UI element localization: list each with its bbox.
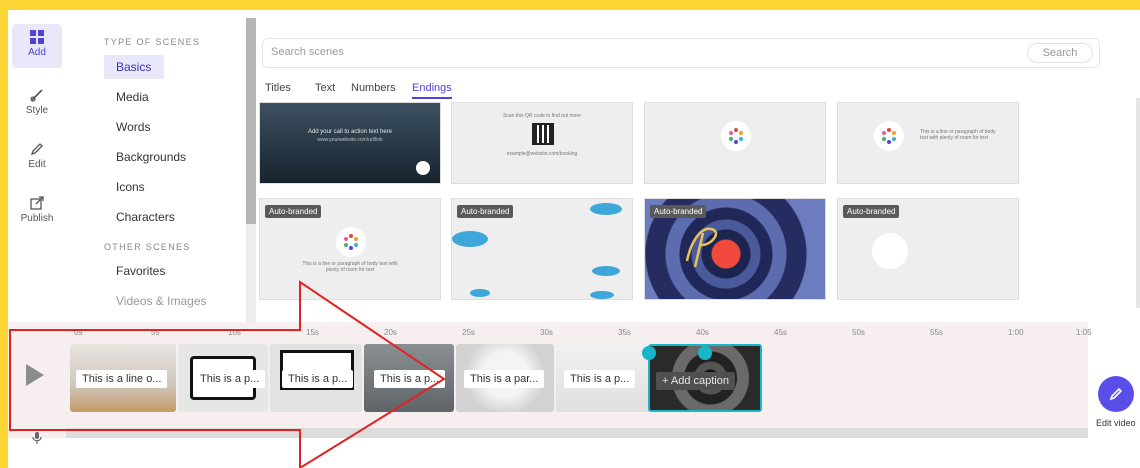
tab-text[interactable]: Text: [315, 82, 335, 94]
card-qr-text: Scan this QR code to find out more: [503, 113, 581, 119]
category-videos-images[interactable]: Videos & Images: [104, 289, 214, 313]
rail-publish-button[interactable]: Publish: [12, 190, 62, 234]
rail-edit-button[interactable]: Edit: [12, 136, 62, 180]
edit-video-label: Edit video: [1096, 418, 1136, 428]
tick-label: 5s: [151, 328, 160, 337]
card-cta-text: Add your call to action text here: [307, 129, 393, 135]
rail-add-label: Add: [28, 47, 46, 58]
tab-endings[interactable]: Endings: [412, 82, 452, 99]
rail-add-button[interactable]: Add: [12, 24, 62, 68]
scene-categories: TYPE OF SCENES Basics Media Words Backgr…: [66, 10, 246, 326]
scene-card[interactable]: Scan this QR code to find out more examp…: [451, 102, 633, 184]
tab-titles[interactable]: Titles: [265, 82, 291, 94]
scene-card[interactable]: Auto-branded: [451, 198, 633, 300]
category-basics[interactable]: Basics: [104, 55, 164, 79]
pinwheel-logo-icon: [721, 121, 751, 151]
timeline-ruler[interactable]: 0s 5s 10s 15s 20s 25s 30s 35s 40s 45s 50…: [66, 322, 1092, 342]
card-cta-url: www.yourwebsite.com/url/link: [317, 137, 383, 143]
left-rail: Add Style Edit Publish: [8, 10, 66, 330]
auto-branded-badge: Auto-branded: [843, 205, 900, 218]
tick-label: 0s: [74, 328, 83, 337]
clip-caption: This is a par...: [464, 370, 545, 388]
clip-trim-handle[interactable]: [642, 346, 656, 360]
search-button[interactable]: Search: [1027, 43, 1093, 63]
share-icon: [30, 196, 44, 210]
pencil-icon: [1109, 387, 1123, 401]
rail-style-button[interactable]: Style: [12, 82, 62, 126]
tick-label: 30s: [540, 328, 553, 337]
tick-label: 1:05: [1076, 328, 1092, 337]
type-of-scenes-heading: TYPE OF SCENES: [104, 37, 201, 47]
timeline: 0s 5s 10s 15s 20s 25s 30s 35s 40s 45s 50…: [8, 322, 1092, 444]
pencil-icon: [30, 143, 43, 156]
category-scrollbar-thumb[interactable]: [246, 18, 256, 224]
clip-caption: This is a p...: [194, 370, 266, 388]
tab-numbers[interactable]: Numbers: [351, 82, 396, 94]
category-characters[interactable]: Characters: [104, 205, 204, 229]
scene-card[interactable]: Auto-branded: [837, 198, 1019, 300]
scene-card[interactable]: [644, 102, 826, 184]
tick-label: 50s: [852, 328, 865, 337]
play-button[interactable]: [26, 364, 44, 386]
clip-caption: This is a p...: [564, 370, 636, 388]
tick-label: 25s: [462, 328, 475, 337]
grid-icon: [30, 30, 44, 44]
scene-card[interactable]: Auto-branded: [644, 198, 826, 300]
scenes-scrollbar[interactable]: [1136, 98, 1140, 308]
clip-caption: This is a p...: [374, 370, 446, 388]
timeline-clip[interactable]: This is a p...: [178, 344, 268, 412]
scene-card[interactable]: This is a line or paragraph of body text…: [837, 102, 1019, 184]
timeline-clip[interactable]: This is a p...: [364, 344, 454, 412]
tick-label: 15s: [306, 328, 319, 337]
category-favorites[interactable]: Favorites: [104, 259, 204, 283]
category-backgrounds[interactable]: Backgrounds: [104, 145, 224, 169]
rail-style-label: Style: [25, 105, 49, 116]
other-scenes-heading: OTHER SCENES: [104, 242, 191, 252]
tick-label: 10s: [228, 328, 241, 337]
rail-edit-label: Edit: [28, 159, 46, 170]
timeline-clip[interactable]: This is a p...: [556, 344, 650, 412]
scene-card[interactable]: Auto-branded This is a line or paragraph…: [259, 198, 441, 300]
tick-label: 20s: [384, 328, 397, 337]
card-logo-icon: [416, 161, 430, 175]
card-body-text: This is a line or paragraph of body text…: [920, 129, 996, 141]
brush-icon: [30, 89, 43, 102]
microphone-icon[interactable]: [32, 432, 42, 444]
timeline-clip[interactable]: This is a par...: [456, 344, 554, 412]
category-media[interactable]: Media: [104, 85, 164, 109]
auto-branded-badge: Auto-branded: [650, 205, 707, 218]
timeline-clip[interactable]: This is a p...: [270, 344, 362, 412]
tick-label: 40s: [696, 328, 709, 337]
edit-video-button[interactable]: [1098, 376, 1134, 412]
timeline-clip[interactable]: This is a line o...: [70, 344, 176, 412]
pinwheel-logo-icon: [336, 227, 366, 257]
tick-label: 55s: [930, 328, 943, 337]
card-body-text: This is a line or paragraph of body text…: [302, 261, 398, 273]
clip-caption: This is a line o...: [76, 370, 168, 388]
logo-placeholder-circle: [872, 233, 908, 269]
add-caption-button[interactable]: + Add caption: [656, 372, 735, 390]
category-icons[interactable]: Icons: [104, 175, 164, 199]
clip-caption: This is a p...: [282, 370, 354, 388]
card-qr-url: example@website.com/booking: [506, 151, 578, 157]
tick-label: 45s: [774, 328, 787, 337]
qr-code-icon: [532, 123, 554, 145]
clouds-illustration: [452, 203, 622, 299]
scene-card[interactable]: Add your call to action text here www.yo…: [259, 102, 441, 184]
auto-branded-badge: Auto-branded: [265, 205, 322, 218]
voiceover-track[interactable]: [66, 428, 1088, 438]
pinwheel-logo-icon: [874, 121, 904, 151]
search-input[interactable]: [271, 46, 971, 58]
tick-label: 1:00: [1008, 328, 1024, 337]
category-words[interactable]: Words: [104, 115, 164, 139]
scene-search-bar: Search: [262, 38, 1100, 68]
app-window: Add Style Edit Publish TYPE OF SCENES Ba…: [8, 10, 1140, 468]
rail-publish-label: Publish: [20, 213, 54, 224]
script-logo-illustration: [685, 227, 718, 268]
clip-expand-handle[interactable]: [698, 346, 712, 360]
tick-label: 35s: [618, 328, 631, 337]
